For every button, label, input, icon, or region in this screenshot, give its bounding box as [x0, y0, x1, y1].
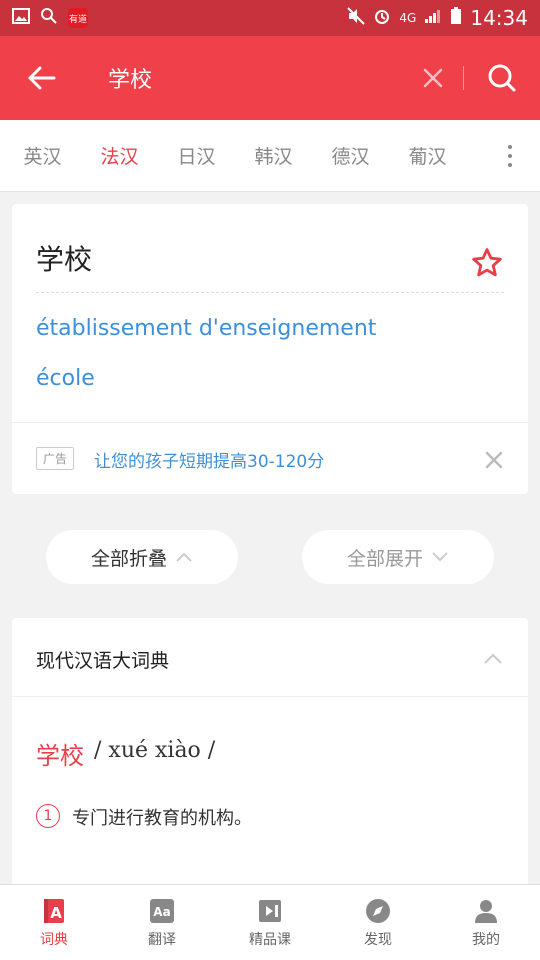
status-time: 14:34 — [470, 6, 528, 30]
profile-icon — [475, 899, 497, 923]
language-tabs: 英汉 法汉 日汉 韩汉 德汉 葡汉 — [0, 120, 540, 192]
translate-icon: Aa — [150, 898, 174, 923]
nav-label: 我的 — [472, 931, 500, 948]
search-icon — [488, 64, 516, 92]
collapse-all-button[interactable]: 全部折叠 — [46, 530, 238, 584]
image-icon — [12, 8, 30, 28]
tab-en-zh[interactable]: 英汉 — [4, 142, 81, 169]
search-icon — [40, 7, 58, 29]
app-badge-icon: 有道 — [68, 8, 88, 28]
tab-fr-zh[interactable]: 法汉 — [81, 142, 158, 169]
svg-text:Aa: Aa — [153, 905, 170, 919]
nav-discover[interactable]: 发现 — [324, 885, 432, 960]
status-right: 4G 14:34 — [347, 6, 528, 30]
close-icon — [423, 68, 443, 88]
tab-ko-zh[interactable]: 韩汉 — [235, 142, 312, 169]
translation-item[interactable]: établissement d'enseignement — [36, 316, 376, 341]
tab-de-zh[interactable]: 德汉 — [312, 142, 389, 169]
ad-close-button[interactable] — [484, 450, 504, 470]
back-button[interactable] — [0, 36, 84, 120]
sense-number: 1 — [36, 804, 60, 828]
compass-icon — [366, 898, 390, 923]
status-left: 有道 — [12, 7, 88, 29]
chevron-up-icon — [176, 552, 192, 562]
divider — [12, 422, 528, 423]
chevron-up-icon — [484, 653, 502, 664]
nav-label: 发现 — [364, 931, 392, 948]
network-label: 4G — [399, 11, 417, 25]
dictionary-title: 现代汉语大词典 — [36, 650, 170, 672]
result-word: 学校 — [36, 243, 93, 276]
ad-badge: 广告 — [36, 447, 75, 470]
star-icon — [472, 248, 502, 277]
nav-course[interactable]: 精品课 — [216, 885, 324, 960]
collapse-section-button[interactable] — [482, 648, 504, 670]
expand-all-label: 全部展开 — [346, 547, 423, 570]
clear-button[interactable] — [403, 36, 463, 120]
pronunciation: / xué xiào / — [94, 738, 216, 763]
alarm-icon — [373, 7, 391, 29]
nav-label: 翻译 — [148, 931, 176, 948]
course-icon — [259, 899, 281, 922]
divider — [12, 696, 528, 697]
more-options-icon[interactable] — [480, 144, 540, 167]
nav-label: 词典 — [40, 931, 68, 948]
tab-pt-zh[interactable]: 葡汉 — [389, 142, 466, 169]
divider — [36, 292, 504, 293]
battery-icon — [450, 7, 462, 29]
result-card: 学校 établissement d'enseignement école 广告… — [12, 204, 528, 494]
bottom-nav: A 词典 Aa 翻译 精品课 发现 我的 — [0, 884, 540, 960]
tab-ja-zh[interactable]: 日汉 — [158, 142, 235, 169]
headword: 学校 — [36, 742, 84, 770]
svg-text:A: A — [50, 904, 62, 922]
search-button[interactable] — [464, 36, 540, 120]
app-bar: 学校 — [0, 36, 540, 120]
collapse-all-label: 全部折叠 — [90, 547, 167, 570]
signal-icon — [424, 8, 442, 28]
favorite-button[interactable] — [470, 246, 504, 280]
back-arrow-icon — [28, 66, 56, 90]
ad-link[interactable]: 让您的孩子短期提高30-120分 — [94, 447, 324, 472]
translation-item[interactable]: école — [36, 366, 95, 391]
mute-icon — [347, 7, 366, 29]
expand-all-button[interactable]: 全部展开 — [302, 530, 494, 584]
sense-text: 专门进行教育的机构。 — [72, 808, 252, 829]
nav-dictionary[interactable]: A 词典 — [0, 885, 108, 960]
dictionary-icon: A — [44, 898, 64, 923]
nav-label: 精品课 — [249, 931, 291, 948]
nav-profile[interactable]: 我的 — [432, 885, 540, 960]
close-icon — [485, 451, 503, 469]
status-bar: 有道 4G 14:34 — [0, 0, 540, 36]
chevron-down-icon — [432, 552, 448, 562]
search-query-input[interactable]: 学校 — [108, 62, 403, 94]
nav-translate[interactable]: Aa 翻译 — [108, 885, 216, 960]
